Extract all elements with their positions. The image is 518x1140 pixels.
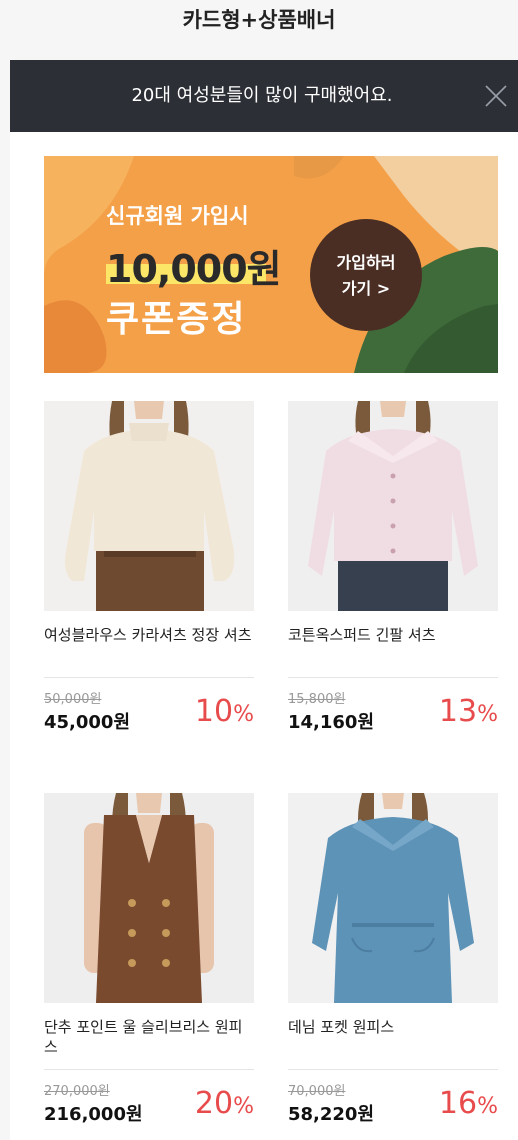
price-area: 15,800원 14,160원 13% [288,684,498,736]
discount-value: 16 [438,1086,478,1121]
product-image[interactable] [44,793,254,1003]
product-item[interactable]: 단추 포인트 울 슬리브리스 원피스 270,000원 216,000원 20% [44,793,254,1128]
price-area: 50,000원 45,000원 10% [44,684,254,736]
product-card: 신규회원 가입시 10,000원 쿠폰증정 가입하러 가기 > 여성블라우스 카… [10,132,518,1140]
product-name[interactable]: 데님 포켓 원피스 [288,1017,498,1069]
product-image[interactable] [288,793,498,1003]
discount-unit: % [233,702,254,727]
cta-line2: 가기 > [341,279,391,298]
divider [288,677,498,678]
product-image[interactable] [288,401,498,611]
sale-price: 216,000원 [44,1104,143,1125]
discount-unit: % [477,702,498,727]
close-icon[interactable] [484,84,508,108]
cta-line1: 가입하러 [336,253,396,272]
divider [44,1069,254,1070]
discount-unit: % [233,1094,254,1119]
discount-value: 10 [194,694,234,729]
discount-unit: % [477,1094,498,1119]
original-price: 70,000원 [288,1084,346,1099]
product-name[interactable]: 단추 포인트 울 슬리브리스 원피스 [44,1017,254,1069]
sale-price: 58,220원 [288,1104,375,1125]
signup-coupon-banner[interactable]: 신규회원 가입시 10,000원 쿠폰증정 가입하러 가기 > [44,156,498,373]
banner-coupon-text: 쿠폰증정 [106,299,247,340]
product-item[interactable]: 코튼옥스퍼드 긴팔 셔츠 15,800원 14,160원 13% [288,401,498,736]
sale-price: 14,160원 [288,712,375,733]
discount-value: 20 [194,1086,234,1121]
price-area: 270,000원 216,000원 20% [44,1076,254,1128]
banner-signup-text: 신규회원 가입시 [106,204,249,228]
discount-rate: 13% [439,694,498,729]
discount-rate: 20% [195,1086,254,1121]
product-name[interactable]: 코튼옥스퍼드 긴팔 셔츠 [288,625,498,677]
notice-bar: 20대 여성분들이 많이 구매했어요. [10,60,518,132]
original-price: 50,000원 [44,692,102,707]
sale-price: 45,000원 [44,712,131,733]
price-area: 70,000원 58,220원 16% [288,1076,498,1128]
discount-rate: 10% [195,694,254,729]
product-image[interactable] [44,401,254,611]
banner-amount: 10,000원 [106,247,282,291]
product-item[interactable]: 여성블라우스 카라셔츠 정장 셔츠 50,000원 45,000원 10% [44,401,254,736]
discount-value: 13 [438,694,478,729]
divider [288,1069,498,1070]
product-name[interactable]: 여성블라우스 카라셔츠 정장 셔츠 [44,625,254,677]
notice-text: 20대 여성분들이 많이 구매했어요. [131,85,393,106]
discount-rate: 16% [439,1086,498,1121]
product-item[interactable]: 데님 포켓 원피스 70,000원 58,220원 16% [288,793,498,1128]
page-title: 카드형+상품배너 [182,8,336,32]
signup-cta-button[interactable]: 가입하러 가기 > [310,219,422,331]
divider [44,677,254,678]
original-price: 270,000원 [44,1084,110,1099]
original-price: 15,800원 [288,692,346,707]
